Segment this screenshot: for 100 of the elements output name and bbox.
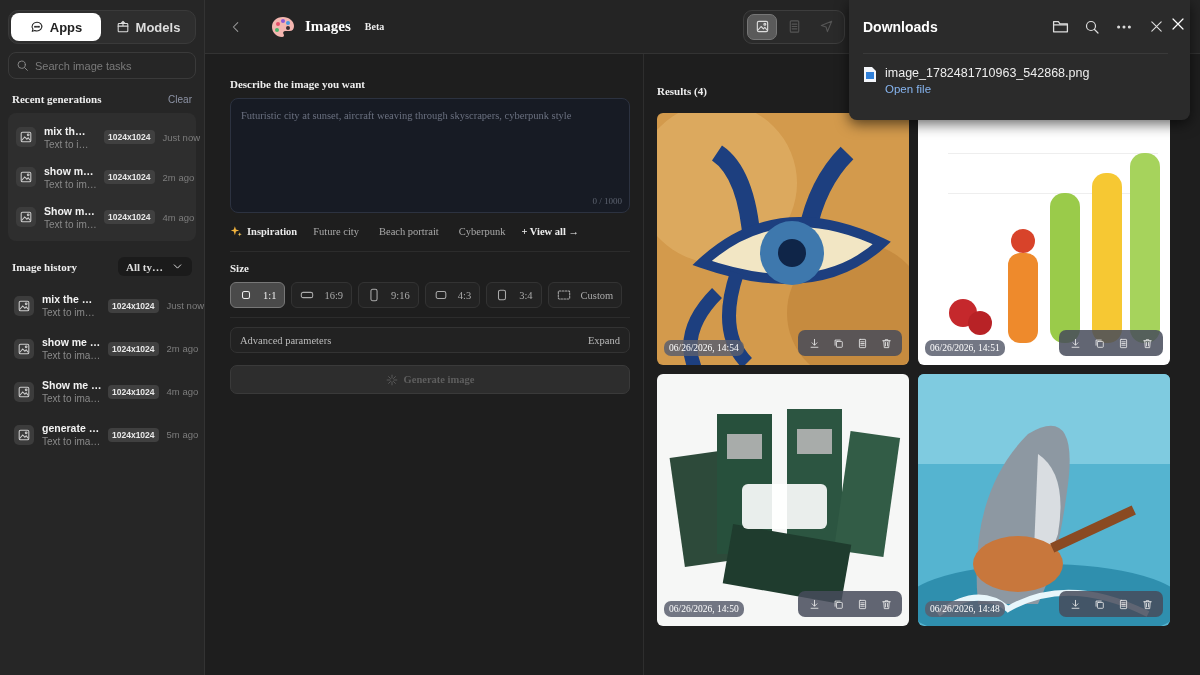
results-title: Results (4) (657, 85, 707, 97)
item-time: 5m ago (166, 429, 199, 440)
copy-icon (832, 598, 844, 610)
item-time: 2m ago (162, 171, 195, 183)
inspiration-chip[interactable]: Cyberpunk (454, 226, 510, 237)
image-file-icon (863, 66, 877, 83)
inspiration-chip[interactable]: Future city (309, 226, 363, 237)
trash-icon (1141, 598, 1153, 610)
close-icon (1148, 19, 1164, 34)
download-icon (808, 598, 820, 610)
section-title: Image history (12, 260, 78, 273)
panel-title: Downloads (863, 18, 939, 35)
trash-icon (880, 337, 892, 349)
item-subtitle: Text to im… (42, 307, 96, 318)
palette-icon (271, 15, 295, 38)
expand-label: Expand (587, 334, 620, 346)
page-title: Images (305, 18, 351, 35)
timestamp: 06/26/2026, 14:54 (664, 340, 744, 356)
copy-icon (832, 337, 844, 349)
timestamp: 06/26/2026, 14:48 (925, 601, 1005, 617)
folder-icon (1051, 18, 1069, 35)
item-time: 2m ago (166, 343, 199, 354)
trash-icon (880, 598, 892, 610)
image-icon (16, 207, 36, 227)
copy-icon (1093, 598, 1105, 610)
size-tag: 1024x1024 (108, 384, 159, 399)
image-icon (754, 19, 770, 34)
section-title: Recent generations (12, 93, 102, 105)
download-icon (808, 337, 820, 349)
size-tag: 1024x1024 (104, 210, 155, 224)
size-tag: 1024x1024 (108, 341, 159, 356)
item-subtitle: Text to ima… (42, 350, 100, 361)
item-title[interactable]: Show m… (44, 204, 96, 217)
document-icon (1117, 598, 1129, 610)
image-icon (14, 424, 34, 445)
item-time: 4m ago (162, 211, 195, 223)
open-file-link[interactable]: Open file (885, 83, 1090, 95)
view-button[interactable] (747, 13, 777, 40)
view-all-link[interactable]: + View all → (521, 226, 580, 237)
item-subtitle: Text to i… (44, 138, 90, 150)
item-subtitle: Text to im… (44, 178, 96, 190)
close-button[interactable] (1170, 16, 1186, 32)
sidebar-tab[interactable]: Models (103, 13, 193, 41)
download-icon (1069, 337, 1081, 349)
size-tag: 1024x1024 (104, 130, 155, 144)
aspect-icon (239, 288, 253, 302)
sidebar-tab[interactable]: Apps (11, 13, 101, 41)
item-time: 4m ago (166, 386, 199, 397)
aspect-icon (556, 288, 571, 302)
more-icon (1117, 24, 1131, 29)
size-option[interactable]: Custom (547, 282, 623, 308)
document-icon (856, 598, 868, 610)
document-icon (1117, 337, 1129, 349)
size-tag: 1024x1024 (104, 170, 155, 184)
download-icon (1069, 598, 1081, 610)
item-title[interactable]: generate … (42, 422, 100, 434)
image-icon (16, 127, 36, 147)
size-label: Size (230, 262, 250, 274)
size-tag: 1024x1024 (108, 427, 159, 442)
search-icon (16, 59, 29, 72)
size-option[interactable]: 4:3 (424, 282, 481, 308)
close-icon (1170, 16, 1186, 32)
image-icon (16, 167, 36, 187)
sparkle-icon (385, 373, 398, 386)
beta-label: Beta (364, 21, 385, 32)
item-subtitle: Text to ima… (42, 436, 100, 447)
prompt-label: Describe the image you want (230, 78, 367, 90)
item-title[interactable]: Show me … (42, 379, 100, 391)
item-title[interactable]: mix the … (42, 293, 100, 305)
size-option[interactable]: 1:1 (230, 282, 286, 308)
aspect-icon (433, 288, 448, 302)
size-option[interactable]: 9:16 (358, 282, 419, 308)
sparkle-icon (230, 225, 243, 238)
trash-icon (1141, 337, 1153, 349)
item-title[interactable]: show me … (42, 336, 100, 348)
image-icon (14, 381, 34, 402)
image-icon (14, 295, 34, 316)
size-option[interactable]: 3:4 (486, 282, 542, 308)
advanced-parameters-bar[interactable]: Advanced parameters Expand (230, 327, 630, 353)
item-title[interactable]: show m… (44, 164, 96, 177)
advanced-label: Advanced parameters (240, 334, 332, 346)
clear-link[interactable]: Clear (168, 93, 192, 105)
document-icon (856, 337, 868, 349)
image-icon (14, 338, 34, 359)
copy-icon (1093, 337, 1105, 349)
search-field[interactable]: Search image tasks (8, 52, 196, 79)
inspiration-chip[interactable]: Beach portrait (375, 226, 443, 237)
file-name: image_1782481710963_542868.png (885, 66, 1090, 80)
item-time: Just now (162, 131, 201, 143)
search-icon (1084, 18, 1100, 35)
item-time: Just now (166, 300, 205, 311)
item-subtitle: Text to ima… (42, 393, 100, 404)
type-filter[interactable]: All ty… (118, 257, 192, 276)
size-tag: 1024x1024 (108, 298, 159, 313)
send-icon (818, 19, 834, 34)
item-title[interactable]: mix th… (44, 124, 96, 137)
inspiration-label: Inspiration (247, 226, 298, 237)
timestamp: 06/26/2026, 14:51 (925, 340, 1005, 356)
size-option[interactable]: 16:9 (291, 282, 353, 308)
timestamp: 06/26/2026, 14:50 (664, 601, 744, 617)
